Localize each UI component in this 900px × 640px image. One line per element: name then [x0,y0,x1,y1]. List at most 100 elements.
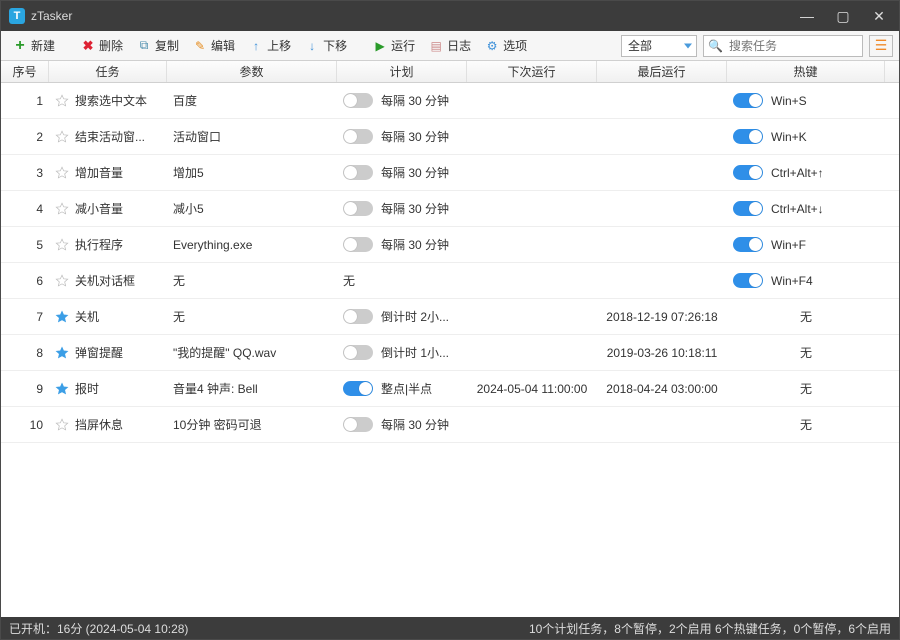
cell-plan: 每隔 30 分钟 [337,416,467,433]
run-button[interactable]: ▶ 运行 [367,34,421,57]
maximize-button[interactable]: ▢ [831,4,855,28]
cell-index: 5 [1,238,49,252]
options-button[interactable]: ⚙ 选项 [479,34,533,57]
plan-text: 无 [343,272,355,289]
cell-index: 6 [1,274,49,288]
star-icon[interactable] [55,238,69,252]
cell-task: 关机 [49,308,167,325]
table-row[interactable]: 4 减小音量 减小5 每隔 30 分钟 Ctrl+Alt+↓ [1,191,899,227]
plan-text: 整点|半点 [381,380,432,397]
copy-button[interactable]: ⧉ 复制 [131,34,185,57]
status-left: 已开机：16分 (2024-05-04 10:28) [9,620,188,637]
plan-text: 每隔 30 分钟 [381,416,449,433]
hotkey-toggle[interactable] [733,201,763,216]
cell-hotkey: Win+F4 [727,273,885,288]
cell-param: 无 [167,308,337,325]
hotkey-toggle[interactable] [733,93,763,108]
star-icon[interactable] [55,130,69,144]
cell-plan: 每隔 30 分钟 [337,92,467,109]
star-icon[interactable] [55,418,69,432]
cell-task: 弹窗提醒 [49,344,167,361]
hotkey-toggle[interactable] [733,237,763,252]
plan-toggle[interactable] [343,237,373,252]
hotkey-text: Ctrl+Alt+↓ [771,202,824,216]
hotkey-toggle[interactable] [733,165,763,180]
cell-index: 9 [1,382,49,396]
list-view-toggle[interactable]: ☰ [869,35,893,57]
star-icon[interactable] [55,202,69,216]
search-box[interactable]: 🔍 [703,35,863,57]
cell-plan: 整点|半点 [337,380,467,397]
minimize-button[interactable]: — [795,4,819,28]
filter-select[interactable]: 全部 [621,35,697,57]
plan-toggle[interactable] [343,165,373,180]
cell-task: 结束活动窗... [49,128,167,145]
cell-hotkey: Ctrl+Alt+↓ [727,201,885,216]
hotkey-text: 无 [800,308,812,325]
star-icon[interactable] [55,94,69,108]
moveup-button[interactable]: ↑ 上移 [243,34,297,57]
cell-task: 搜索选中文本 [49,92,167,109]
copy-icon: ⧉ [137,39,151,53]
movedown-button[interactable]: ↓ 下移 [299,34,353,57]
plan-toggle[interactable] [343,201,373,216]
cell-task: 增加音量 [49,164,167,181]
search-input[interactable] [727,38,857,54]
cell-hotkey: 无 [727,344,885,361]
plan-text: 每隔 30 分钟 [381,128,449,145]
star-icon[interactable] [55,382,69,396]
col-last[interactable]: 最后运行 [597,61,727,82]
table-row[interactable]: 2 结束活动窗... 活动窗口 每隔 30 分钟 Win+K [1,119,899,155]
close-button[interactable]: ✕ [867,4,891,28]
edit-button[interactable]: ✎ 编辑 [187,34,241,57]
cell-param: 活动窗口 [167,128,337,145]
table-row[interactable]: 5 执行程序 Everything.exe 每隔 30 分钟 Win+F [1,227,899,263]
hotkey-text: 无 [800,416,812,433]
hotkey-toggle[interactable] [733,129,763,144]
edit-icon: ✎ [193,39,207,53]
plan-toggle[interactable] [343,417,373,432]
cell-next: 2024-05-04 11:00:00 [467,382,597,396]
table-row[interactable]: 1 搜索选中文本 百度 每隔 30 分钟 Win+S [1,83,899,119]
task-name: 关机对话框 [75,272,135,289]
col-hotkey[interactable]: 热键 [727,61,885,82]
plan-toggle[interactable] [343,93,373,108]
star-icon[interactable] [55,166,69,180]
cell-task: 关机对话框 [49,272,167,289]
hotkey-text: Win+K [771,130,807,144]
star-icon[interactable] [55,310,69,324]
star-icon[interactable] [55,274,69,288]
col-index[interactable]: 序号 [1,61,49,82]
table-row[interactable]: 6 关机对话框 无 无 Win+F4 [1,263,899,299]
table-row[interactable]: 3 增加音量 增加5 每隔 30 分钟 Ctrl+Alt+↑ [1,155,899,191]
log-button[interactable]: ▤ 日志 [423,34,477,57]
star-icon[interactable] [55,346,69,360]
status-right: 10个计划任务，8个暂停，2个启用 6个热键任务，0个暂停，6个启用 [529,620,891,637]
table-row[interactable]: 9 报时 音量4 钟声: Bell 整点|半点 2024-05-04 11:00… [1,371,899,407]
table-row[interactable]: 10 挡屏休息 10分钟 密码可退 每隔 30 分钟 无 [1,407,899,443]
arrow-down-icon: ↓ [305,39,319,53]
plan-toggle[interactable] [343,381,373,396]
col-task[interactable]: 任务 [49,61,167,82]
cell-index: 10 [1,418,49,432]
col-plan[interactable]: 计划 [337,61,467,82]
delete-button[interactable]: ✖ 删除 [75,34,129,57]
col-param[interactable]: 参数 [167,61,337,82]
new-button[interactable]: + 新建 [7,34,61,57]
plan-toggle[interactable] [343,129,373,144]
plus-icon: + [13,39,27,53]
window-controls: — ▢ ✕ [795,4,891,28]
plan-toggle[interactable] [343,345,373,360]
filter-value: 全部 [628,37,652,54]
hotkey-toggle[interactable] [733,273,763,288]
cell-hotkey: Win+S [727,93,885,108]
plan-toggle[interactable] [343,309,373,324]
table-row[interactable]: 8 弹窗提醒 "我的提醒" QQ.wav 倒计时 1小... 2019-03-2… [1,335,899,371]
cell-param: 增加5 [167,164,337,181]
task-name: 结束活动窗... [75,128,145,145]
hotkey-text: Win+S [771,94,807,108]
cell-hotkey: Ctrl+Alt+↑ [727,165,885,180]
col-next[interactable]: 下次运行 [467,61,597,82]
table-row[interactable]: 7 关机 无 倒计时 2小... 2018-12-19 07:26:18 无 [1,299,899,335]
options-label: 选项 [503,37,527,54]
